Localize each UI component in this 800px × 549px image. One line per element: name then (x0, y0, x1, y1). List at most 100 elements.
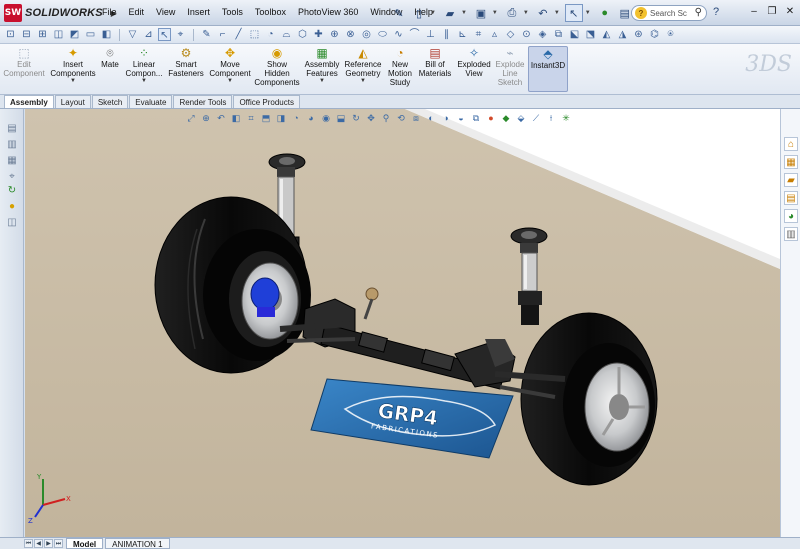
sketch-tool-16[interactable]: ∥ (440, 28, 453, 41)
reference-geometry-dropdown-icon[interactable]: ▼ (360, 78, 366, 85)
decal-icon[interactable]: ⬙ (515, 112, 527, 124)
menu-edit[interactable]: Edit (123, 7, 151, 17)
sketch-tool-17[interactable]: ⊾ (456, 28, 469, 41)
display-style-icon[interactable]: ◨ (275, 112, 287, 124)
appearances-scenes-icon[interactable]: ◕ (784, 209, 798, 223)
tab-layout[interactable]: Layout (54, 95, 91, 108)
close-icon[interactable]: ✕ (784, 6, 796, 18)
open-dropdown-icon[interactable]: ▼ (461, 10, 467, 16)
solidworks-resources-icon[interactable]: ⌂ (784, 137, 798, 151)
tab-render-tools[interactable]: Render Tools (173, 95, 233, 108)
view-palette-icon[interactable]: ▤ (784, 191, 798, 205)
sketch-tool-27[interactable]: ◮ (616, 28, 629, 41)
sketch-tool-22[interactable]: ◈ (536, 28, 549, 41)
tab-assembly[interactable]: Assembly (4, 95, 54, 108)
scenes-icon[interactable]: ◫ (5, 217, 19, 229)
tool-icon-5[interactable]: ◩ (68, 28, 81, 41)
tab-model[interactable]: Model (66, 538, 104, 549)
explode-line-sketch-button[interactable]: ⌁ Explode Line Sketch (494, 46, 526, 87)
tool-icon-7[interactable]: ◧ (100, 28, 113, 41)
insert-components-button[interactable]: ✦ Insert Components ▼ (49, 46, 97, 85)
sketch-tool-12[interactable]: ⬭ (376, 28, 389, 41)
previous-view-icon[interactable]: ↶ (215, 112, 227, 124)
print-icon[interactable]: ⎙ (503, 4, 521, 22)
sketch-tool-6[interactable]: ⌓ (280, 28, 293, 41)
sketch-tool-18[interactable]: ⌗ (472, 28, 485, 41)
shadows-icon[interactable]: ◐ (425, 112, 437, 124)
select-filter-icon[interactable]: ⌖ (174, 28, 187, 41)
realview-icon[interactable]: ● (485, 112, 497, 124)
restore-icon[interactable]: ❐ (766, 6, 778, 18)
move-component-dropdown-icon[interactable]: ▼ (227, 78, 233, 85)
zoom-icon[interactable]: ⚲ (380, 112, 392, 124)
sketch-tool-19[interactable]: ▵ (488, 28, 501, 41)
prev-tab-icon[interactable]: ◀ (34, 539, 43, 548)
smart-fasteners-button[interactable]: ⚙ Smart Fasteners (166, 46, 206, 78)
first-tab-icon[interactable]: ⏮ (24, 539, 33, 548)
perspective-icon[interactable]: ⧈ (410, 112, 422, 124)
mate-button[interactable]: ⌾ Mate (99, 46, 121, 69)
rebuild-icon[interactable]: ● (596, 4, 614, 22)
next-tab-icon[interactable]: ▶ (44, 539, 53, 548)
search-icon[interactable]: ⚲ (695, 7, 702, 18)
sketch-tool-21[interactable]: ⊙ (520, 28, 533, 41)
new-motion-study-button[interactable]: ◔ New Motion Study (386, 46, 414, 87)
print-dropdown-icon[interactable]: ▼ (523, 10, 529, 16)
sketch-tool-26[interactable]: ◭ (600, 28, 613, 41)
custom-properties-icon[interactable]: ▥ (784, 227, 798, 241)
menu-tools[interactable]: Tools (216, 7, 249, 17)
sketch-tool-20[interactable]: ◇ (504, 28, 517, 41)
last-tab-icon[interactable]: ⏭ (54, 539, 63, 548)
sketch-tool-2[interactable]: ⌐ (216, 28, 229, 41)
sketch-tool-28[interactable]: ⊛ (632, 28, 645, 41)
linear-pattern-dropdown-icon[interactable]: ▼ (141, 78, 147, 85)
tool-icon-4[interactable]: ◫ (52, 28, 65, 41)
dynamic-annotation-icon[interactable]: ⌗ (245, 112, 257, 124)
search-box[interactable]: ? Search Sc ⚲ (631, 5, 707, 21)
edit-appearance-icon[interactable]: ◕ (305, 112, 317, 124)
tab-sketch[interactable]: Sketch (91, 95, 129, 108)
sketch-tool-10[interactable]: ⊗ (344, 28, 357, 41)
select-dropdown-icon[interactable]: ▼ (585, 10, 591, 16)
edit-component-button[interactable]: ⬚ Edit Component (3, 46, 44, 78)
hide-show-icon[interactable]: ◔ (290, 112, 302, 124)
roll-icon[interactable]: ⟲ (395, 112, 407, 124)
sketch-tool-11[interactable]: ◎ (360, 28, 373, 41)
bill-of-materials-button[interactable]: ▤ Bill of Materials (417, 46, 453, 78)
pan-icon[interactable]: ✥ (365, 112, 377, 124)
filter-edges-icon[interactable]: ⊿ (142, 28, 155, 41)
instant3d-button[interactable]: ⬘ Instant3D (528, 46, 568, 92)
select-icon[interactable]: ↖ (564, 4, 583, 22)
sketch-tool-1[interactable]: ✎ (200, 28, 213, 41)
camera-icon[interactable]: ⧉ (470, 112, 482, 124)
view-settings-icon[interactable]: ⬓ (335, 112, 347, 124)
open-folder-icon[interactable]: ▰ (441, 4, 459, 22)
sketch-tool-3[interactable]: ╱ (232, 28, 245, 41)
linear-pattern-button[interactable]: ⁘ Linear Compon... ▼ (124, 46, 164, 85)
measure-icon[interactable]: ⟊ (545, 112, 557, 124)
tool-icon-3[interactable]: ⊞ (36, 28, 49, 41)
new-document-icon[interactable]: ▯ (410, 4, 428, 22)
menu-view[interactable]: View (150, 7, 181, 17)
sketch-tool-9[interactable]: ⊕ (328, 28, 341, 41)
tab-animation-1[interactable]: ANIMATION 1 (105, 538, 170, 549)
tool-icon-2[interactable]: ⊟ (20, 28, 33, 41)
sketch-tool-8[interactable]: ✚ (312, 28, 325, 41)
show-hidden-components-button[interactable]: ◉ Show Hidden Components (254, 46, 300, 87)
sketch-tool-30[interactable]: ⍟ (664, 28, 677, 41)
menu-insert[interactable]: Insert (181, 7, 216, 17)
filter-icon[interactable]: ▽ (126, 28, 139, 41)
tool-icon-1[interactable]: ⊡ (4, 28, 17, 41)
sketch-tool-5[interactable]: ◔ (264, 28, 277, 41)
apply-scene-icon[interactable]: ◉ (320, 112, 332, 124)
sketch-tool-14[interactable]: ⌒ (408, 28, 421, 41)
origin-icon[interactable]: ✳ (560, 112, 572, 124)
insert-components-dropdown-icon[interactable]: ▼ (70, 78, 76, 85)
property-manager-icon[interactable]: ▥ (5, 139, 19, 151)
design-library-icon[interactable]: ▦ (784, 155, 798, 169)
section-view-icon[interactable]: ◧ (230, 112, 242, 124)
tab-evaluate[interactable]: Evaluate (129, 95, 173, 108)
new-dropdown-icon[interactable]: ▼ (430, 10, 436, 16)
sketch-tool-4[interactable]: ⬚ (248, 28, 261, 41)
appearance-icon[interactable]: ● (5, 201, 19, 213)
